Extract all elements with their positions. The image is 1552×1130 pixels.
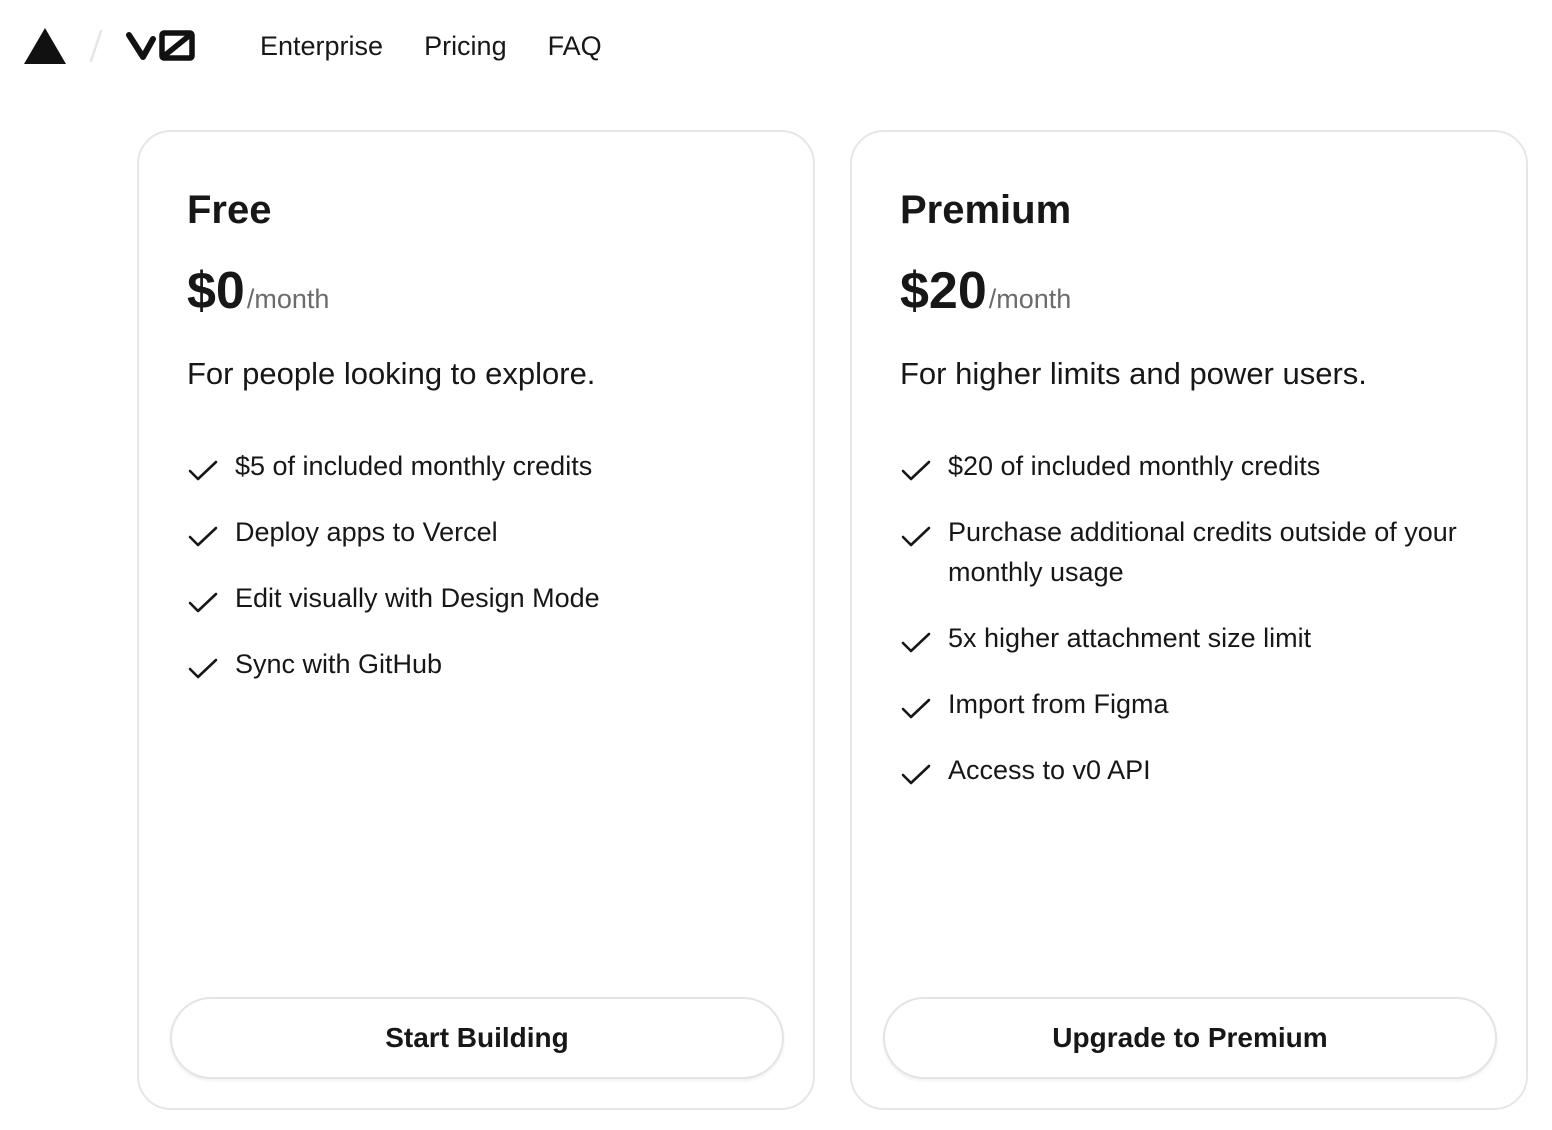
feature-item: Import from Figma xyxy=(900,684,1480,724)
feature-item: Sync with GitHub xyxy=(187,644,767,684)
plan-description: For people looking to explore. xyxy=(187,356,596,391)
feature-text: $5 of included monthly credits xyxy=(235,451,593,481)
feature-item: Purchase additional credits outside of y… xyxy=(900,512,1480,592)
price-period: /month xyxy=(246,284,330,314)
check-icon xyxy=(901,698,931,719)
upgrade-to-premium-button[interactable]: Upgrade to Premium xyxy=(883,997,1497,1079)
top-navigation: Enterprise Pricing FAQ xyxy=(0,0,1552,92)
check-icon xyxy=(188,592,218,613)
check-icon xyxy=(901,764,931,785)
nav-link-pricing[interactable]: Pricing xyxy=(424,28,507,64)
feature-item: Deploy apps to Vercel xyxy=(187,512,767,552)
plan-description: For higher limits and power users. xyxy=(900,356,1367,391)
feature-item: $5 of included monthly credits xyxy=(187,446,767,486)
price-amount: $0 xyxy=(187,262,245,320)
feature-text: $20 of included monthly credits xyxy=(948,451,1321,481)
nav-link-faq[interactable]: FAQ xyxy=(548,28,602,64)
plan-price: $0 /month xyxy=(187,260,329,322)
feature-text: 5x higher attachment size limit xyxy=(948,623,1312,653)
feature-list: $5 of included monthly credits Deploy ap… xyxy=(187,446,767,710)
v0-logo-icon[interactable] xyxy=(126,28,198,64)
feature-text: Purchase additional credits outside of y… xyxy=(948,517,1457,587)
feature-text: Import from Figma xyxy=(948,689,1169,719)
feature-text: Deploy apps to Vercel xyxy=(235,517,498,547)
price-amount: $20 xyxy=(900,262,987,320)
check-icon xyxy=(901,526,931,547)
vercel-triangle-icon[interactable] xyxy=(24,28,66,64)
check-icon xyxy=(188,460,218,481)
nav-links: Enterprise Pricing FAQ xyxy=(260,28,602,64)
plan-price: $20 /month xyxy=(900,260,1071,322)
check-icon xyxy=(188,658,218,679)
check-icon xyxy=(188,526,218,547)
feature-item: Edit visually with Design Mode xyxy=(187,578,767,618)
plan-card-premium: Premium $20 /month For higher limits and… xyxy=(850,130,1528,1110)
feature-item: $20 of included monthly credits xyxy=(900,446,1480,486)
price-period: /month xyxy=(988,284,1072,314)
plan-name: Premium xyxy=(900,188,1072,232)
feature-text: Access to v0 API xyxy=(948,755,1151,785)
feature-list: $20 of included monthly credits Purchase… xyxy=(900,446,1480,816)
plan-card-free: Free $0 /month For people looking to exp… xyxy=(137,130,815,1110)
feature-item: 5x higher attachment size limit xyxy=(900,618,1480,658)
feature-text: Sync with GitHub xyxy=(235,649,443,679)
start-building-button[interactable]: Start Building xyxy=(170,997,784,1079)
feature-item: Access to v0 API xyxy=(900,750,1480,790)
check-icon xyxy=(901,460,931,481)
slash-separator-icon xyxy=(89,29,103,63)
check-icon xyxy=(901,632,931,653)
feature-text: Edit visually with Design Mode xyxy=(235,583,600,613)
plan-name: Free xyxy=(187,188,272,232)
nav-link-enterprise[interactable]: Enterprise xyxy=(260,28,383,64)
